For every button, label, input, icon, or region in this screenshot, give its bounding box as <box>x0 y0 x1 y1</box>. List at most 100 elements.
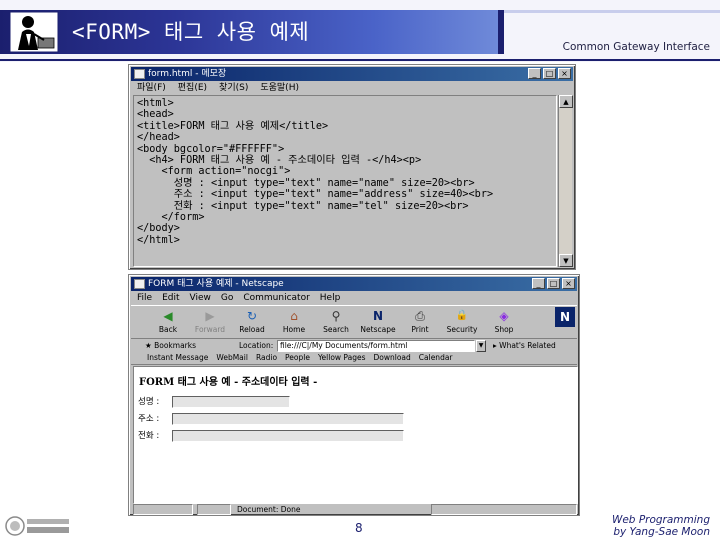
netscape-menubar: File Edit View Go Communicator Help <box>131 291 577 305</box>
location-bar: ★ Bookmarks Location: file:///C|/My Docu… <box>131 340 577 353</box>
credit: Web Programming by Yang-Sae Moon <box>612 514 710 538</box>
university-logo <box>5 516 69 536</box>
header-rule-top <box>504 10 720 13</box>
notepad-window: form.html - 메모장 _ □ × 파일(F) 편집(E) 찾기(S) … <box>128 64 576 270</box>
reload-button[interactable]: ↻ Reload <box>231 306 273 340</box>
forward-button[interactable]: ▶ Forward <box>189 306 231 340</box>
personal-item-webmail[interactable]: WebMail <box>216 353 248 364</box>
address-input[interactable] <box>172 413 404 425</box>
menu-edit[interactable]: Edit <box>162 291 179 305</box>
netscape-title: FORM 태그 사용 예제 - Netscape <box>148 279 284 289</box>
slide-title: <FORM> 태그 사용 예제 <box>72 20 310 44</box>
code-line: <h4> FORM 태그 사용 예 - 주소데이타 입력 -</h4><p> <box>137 155 422 167</box>
address-label: 주소 : <box>138 414 160 424</box>
security-button[interactable]: 🔒 Security <box>441 306 483 340</box>
notepad-titlebar[interactable]: form.html - 메모장 _ □ × <box>131 67 573 81</box>
menu-file[interactable]: 파일(F) <box>137 81 166 95</box>
credit-author: by Yang-Sae Moon <box>613 526 710 538</box>
search-icon: ⚲ <box>331 309 341 323</box>
menu-communicator[interactable]: Communicator <box>243 291 309 305</box>
notepad-menubar: 파일(F) 편집(E) 찾기(S) 도움말(H) <box>131 81 573 95</box>
code-line: </form> <box>137 212 205 224</box>
search-button[interactable]: ⚲ Search <box>315 306 357 340</box>
back-arrow-icon: ◀ <box>163 309 173 323</box>
navigation-toolbar: ◀ Back ▶ Forward ↻ Reload ⌂ Home ⚲ Search N Ne… <box>131 305 577 339</box>
code-line: <head> <box>137 109 174 121</box>
personal-item-radio[interactable]: Radio <box>256 353 277 364</box>
menu-file[interactable]: File <box>137 291 152 305</box>
whats-related-button[interactable]: ▸ What's Related <box>493 341 556 350</box>
code-line: <title>FORM 태그 사용 예제</title> <box>137 120 329 132</box>
netscape-throbber-icon: N <box>555 307 575 327</box>
personal-item-people[interactable]: People <box>285 353 310 364</box>
component-bar <box>431 504 577 515</box>
print-button[interactable]: ⎙ Print <box>399 306 441 340</box>
notepad-text-area[interactable]: <html> <head> <title>FORM 태그 사용 예제</title>… <box>133 95 557 267</box>
shop-button[interactable]: ◈ Shop <box>483 306 525 340</box>
personal-item-calendar[interactable]: Calendar <box>419 353 453 364</box>
security-status-icon <box>133 504 193 515</box>
shop-icon: ◈ <box>499 309 509 323</box>
close-button[interactable]: × <box>562 278 575 289</box>
maximize-button[interactable]: □ <box>543 68 556 79</box>
code-line: 성명 : <input type="text" name="name" size… <box>137 177 475 189</box>
menu-help[interactable]: 도움말(H) <box>260 81 299 95</box>
menu-go[interactable]: Go <box>221 291 233 305</box>
netscape-button[interactable]: N Netscape <box>357 306 399 340</box>
menu-help[interactable]: Help <box>320 291 341 305</box>
status-bar: Document: Done <box>131 504 577 515</box>
browser-content: FORM 태그 사용 예 - 주소데이타 입력 - 성명 : 주소 : 전화 : <box>133 366 578 504</box>
location-label: Location: <box>239 341 274 350</box>
menu-search[interactable]: 찾기(S) <box>219 81 248 95</box>
phone-label: 전화 : <box>138 431 160 441</box>
name-input[interactable] <box>172 396 290 408</box>
menu-edit[interactable]: 편집(E) <box>178 81 207 95</box>
page-number: 8 <box>355 521 363 535</box>
netscape-window-icon <box>134 279 145 289</box>
page-heading: FORM 태그 사용 예 - 주소데이타 입력 - <box>139 377 318 388</box>
chevron-down-icon[interactable]: ▼ <box>476 340 486 352</box>
code-line: 전화 : <input type="text" name="tel" size=… <box>137 200 469 212</box>
minimize-button[interactable]: _ <box>528 68 541 79</box>
code-line: </head> <box>137 132 180 144</box>
presenter-logo-icon <box>9 11 59 53</box>
netscape-titlebar[interactable]: FORM 태그 사용 예제 - Netscape _ □ × <box>131 277 577 291</box>
code-line: </body> <box>137 223 180 235</box>
code-line: <html> <box>137 98 174 109</box>
maximize-button[interactable]: □ <box>547 278 560 289</box>
print-icon: ⎙ <box>415 309 425 323</box>
code-line: </html> <box>137 234 180 246</box>
home-icon: ⌂ <box>290 309 298 323</box>
header-divider <box>498 10 504 54</box>
scroll-down-icon[interactable]: ▼ <box>559 254 573 267</box>
personal-toolbar: Instant Message WebMail Radio People Yel… <box>131 353 577 365</box>
code-line: <body bgcolor="#FFFFFF"> <box>137 143 285 155</box>
phone-input[interactable] <box>172 430 404 442</box>
vertical-scrollbar[interactable]: ▲ ▼ <box>558 95 573 267</box>
forward-arrow-icon: ▶ <box>205 309 215 323</box>
netscape-icon: N <box>372 309 384 323</box>
scroll-up-icon[interactable]: ▲ <box>559 95 573 108</box>
personal-item-instant-message[interactable]: Instant Message <box>147 353 208 364</box>
code-line: <form action="nocgi"> <box>137 166 291 178</box>
personal-item-yellow-pages[interactable]: Yellow Pages <box>318 353 366 364</box>
bookmarks-button[interactable]: ★ Bookmarks <box>145 341 196 350</box>
personal-item-download[interactable]: Download <box>374 353 411 364</box>
lock-icon: 🔒 <box>455 310 469 321</box>
location-input[interactable]: file:///C|/My Documents/form.html <box>277 340 475 352</box>
notepad-icon <box>134 69 145 79</box>
slide-subtitle: Common Gateway Interface <box>562 41 710 53</box>
header-rule-bottom <box>0 59 720 61</box>
home-button[interactable]: ⌂ Home <box>273 306 315 340</box>
netscape-window: FORM 태그 사용 예제 - Netscape _ □ × File Edit… <box>128 274 580 516</box>
back-button[interactable]: ◀ Back <box>147 306 189 340</box>
code-line: 주소 : <input type="text" name="address" s… <box>137 189 494 201</box>
notepad-title: form.html - 메모장 <box>148 69 227 79</box>
progress-box <box>197 504 231 515</box>
close-button[interactable]: × <box>558 68 571 79</box>
reload-icon: ↻ <box>246 309 258 323</box>
minimize-button[interactable]: _ <box>532 278 545 289</box>
credit-course: Web Programming <box>611 514 710 526</box>
menu-view[interactable]: View <box>190 291 211 305</box>
name-label: 성명 : <box>138 397 160 407</box>
